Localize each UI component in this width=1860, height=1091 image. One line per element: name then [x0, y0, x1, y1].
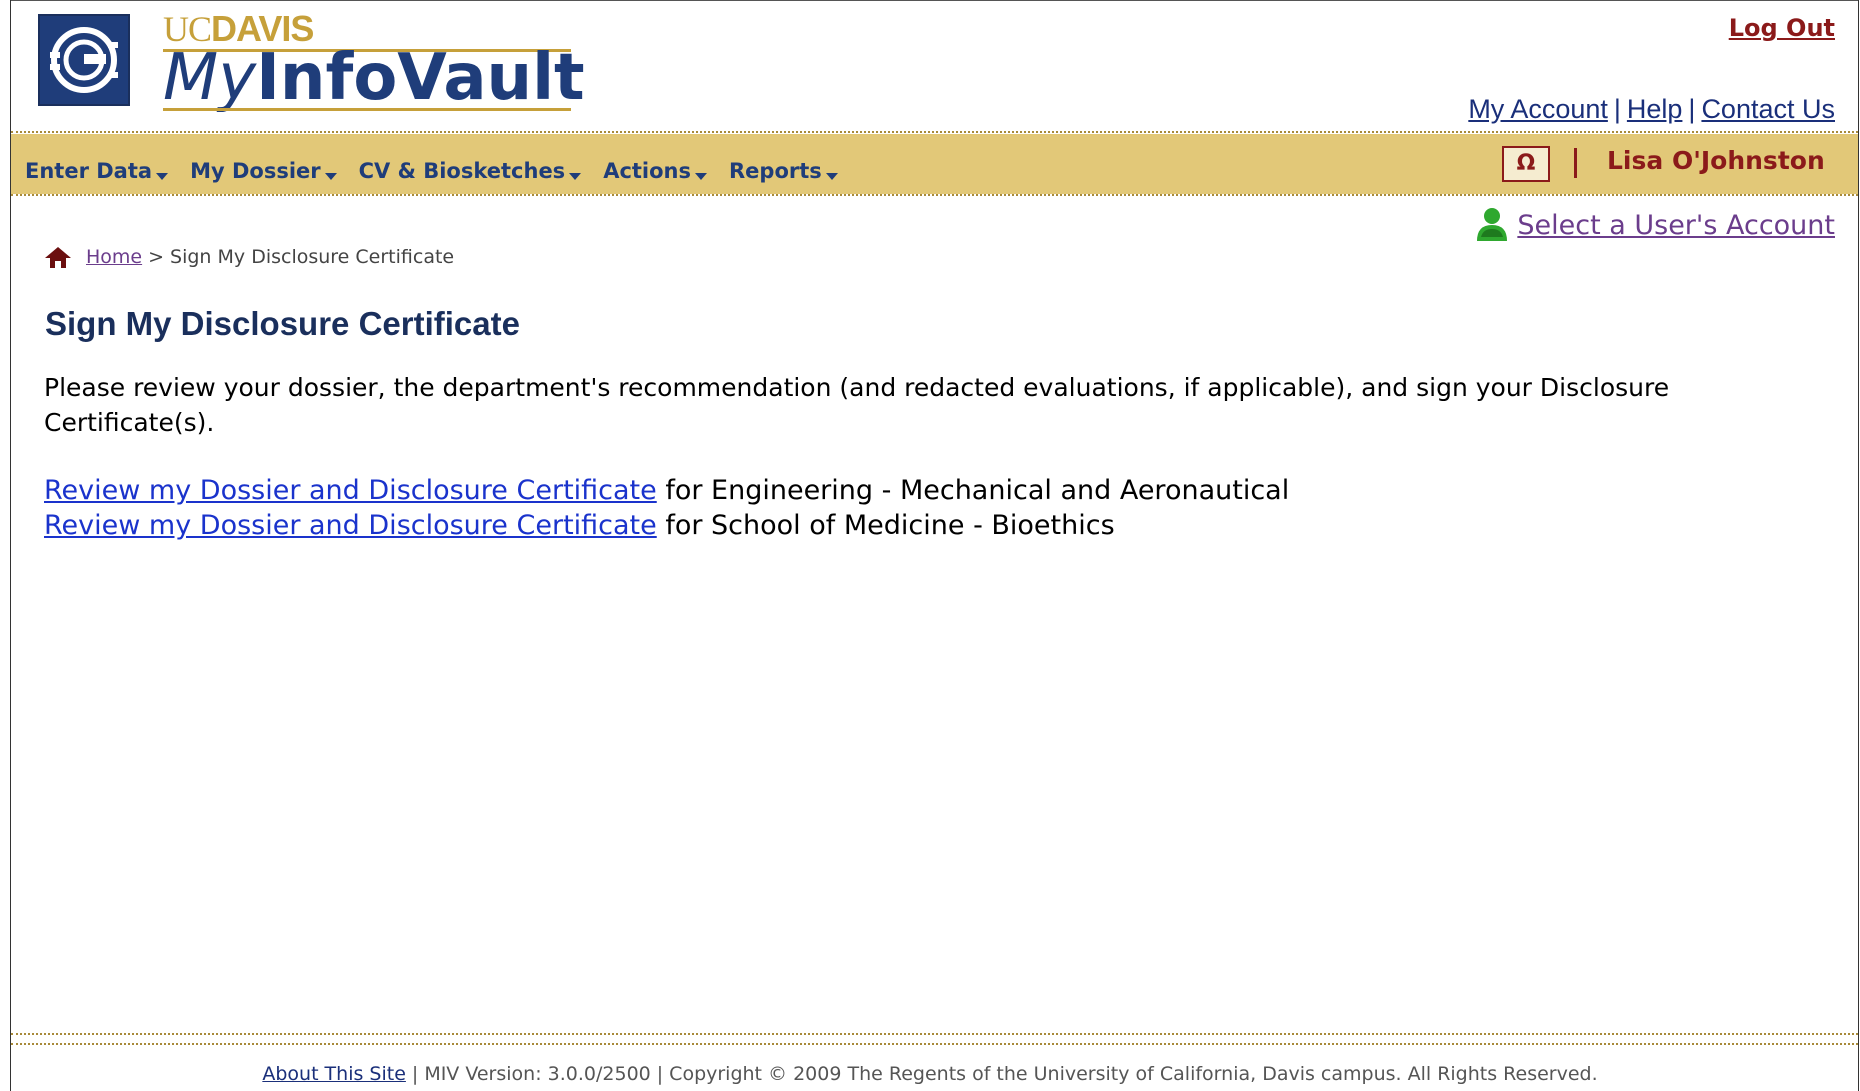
- app-name-suffix: InfoVault: [256, 41, 585, 115]
- page-title: Sign My Disclosure Certificate: [45, 305, 520, 342]
- footer-separator: |: [656, 1063, 664, 1085]
- review-dossier-link-engineering[interactable]: Review my Dossier and Disclosure Certifi…: [44, 475, 657, 506]
- footer: About This Site | MIV Version: 3.0.0/2500 |…: [0, 1063, 1860, 1085]
- review-links-list: Review my Dossier and Disclosure Certifi…: [44, 473, 1289, 543]
- app-name-prefix: My: [163, 41, 257, 115]
- footer-separator: |: [411, 1063, 419, 1085]
- chevron-down-icon: [156, 172, 169, 180]
- nav-actions[interactable]: Actions: [603, 159, 708, 183]
- header-divider: [11, 131, 1858, 133]
- nav-separator: [1574, 148, 1577, 178]
- nav-cv-biosketches[interactable]: CV & Biosketches: [359, 159, 582, 183]
- app-name[interactable]: MyInfoVault: [163, 46, 585, 110]
- toplink-separator: |: [1613, 94, 1621, 124]
- about-site-link[interactable]: About This Site: [262, 1063, 406, 1085]
- nav-item-label: Enter Data: [25, 159, 153, 183]
- logout-link[interactable]: Log Out: [1729, 14, 1835, 42]
- nav-item-label: Actions: [603, 159, 692, 183]
- version-text: MIV Version: 3.0.0/2500: [424, 1063, 651, 1085]
- nav-divider: [11, 194, 1858, 196]
- copyright-text: Copyright © 2009 The Regents of the Univ…: [669, 1063, 1598, 1085]
- intro-text: Please review your dossier, the departme…: [44, 373, 1670, 437]
- current-user-name: Lisa O'Johnston: [1607, 146, 1825, 175]
- review-dossier-link-medicine[interactable]: Review my Dossier and Disclosure Certifi…: [44, 510, 657, 541]
- chevron-down-icon: [569, 172, 582, 180]
- chevron-down-icon: [825, 172, 838, 180]
- nav-item-label: My Dossier: [190, 159, 321, 183]
- my-account-link[interactable]: My Account: [1468, 94, 1608, 124]
- review-link-department: for Engineering - Mechanical and Aeronau…: [656, 475, 1290, 506]
- nav-menu: Enter Data My Dossier CV & Biosketches A…: [25, 159, 860, 183]
- select-user-account: Select a User's Account: [1475, 207, 1835, 243]
- nav-enter-data[interactable]: Enter Data: [25, 159, 169, 183]
- breadcrumb-separator: >: [148, 246, 165, 268]
- miv-logo-icon[interactable]: [38, 14, 130, 106]
- user-icon: [1475, 207, 1509, 243]
- help-link[interactable]: Help: [1627, 94, 1683, 124]
- breadcrumb: Home > Sign My Disclosure Certificate: [44, 245, 454, 269]
- select-user-account-link[interactable]: Select a User's Account: [1517, 210, 1835, 241]
- special-characters-button[interactable]: Ω: [1502, 146, 1550, 182]
- nav-reports[interactable]: Reports: [729, 159, 838, 183]
- toplink-separator: |: [1688, 94, 1696, 124]
- nav-item-label: Reports: [729, 159, 822, 183]
- chevron-down-icon: [695, 172, 708, 180]
- review-link-department: for School of Medicine - Bioethics: [656, 510, 1115, 541]
- contact-us-link[interactable]: Contact Us: [1701, 94, 1835, 124]
- footer-divider: [11, 1043, 1858, 1045]
- nav-item-label: CV & Biosketches: [358, 159, 566, 183]
- frame-border-top: [10, 0, 1859, 1]
- chevron-down-icon: [324, 172, 337, 180]
- breadcrumb-home-link[interactable]: Home: [86, 246, 142, 268]
- footer-divider: [11, 1033, 1858, 1035]
- top-utility-links: My Account | Help | Contact Us: [1468, 94, 1835, 125]
- main-nav-bar: Enter Data My Dossier CV & Biosketches A…: [11, 134, 1858, 194]
- breadcrumb-current: Sign My Disclosure Certificate: [170, 246, 455, 268]
- list-item: Review my Dossier and Disclosure Certifi…: [44, 473, 1289, 508]
- list-item: Review my Dossier and Disclosure Certifi…: [44, 508, 1289, 543]
- logo-gold-rule-bottom: [163, 108, 571, 111]
- home-icon[interactable]: [44, 245, 72, 269]
- nav-my-dossier[interactable]: My Dossier: [190, 159, 337, 183]
- frame-border-right: [1858, 0, 1859, 1091]
